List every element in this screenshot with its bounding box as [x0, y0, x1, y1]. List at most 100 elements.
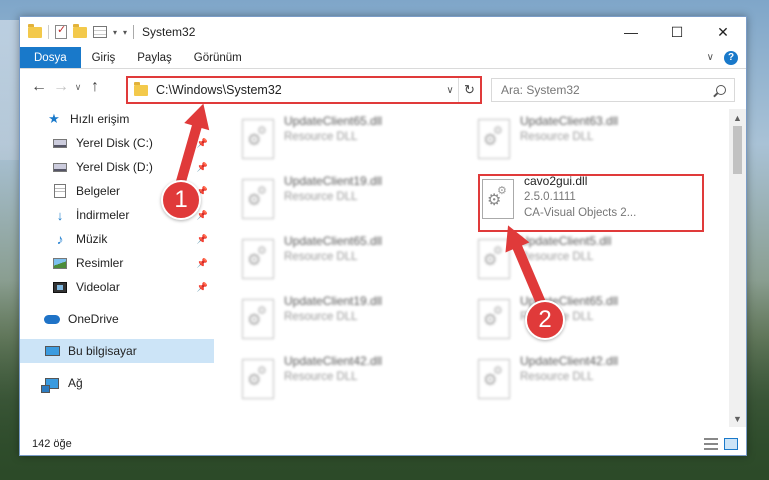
music-icon: ♪ — [56, 231, 64, 247]
list-item[interactable]: UpdateClient42.dll Resource DLL — [242, 353, 472, 405]
pin-icon[interactable]: 📌 — [197, 282, 208, 293]
separator — [48, 25, 49, 39]
recent-locations-icon[interactable]: ∨ — [72, 82, 84, 93]
pictures-icon — [52, 256, 68, 270]
file-description: Resource DLL — [520, 251, 594, 263]
properties-check-icon[interactable] — [55, 23, 67, 39]
search-placeholder: Ara: System32 — [501, 83, 580, 97]
pin-icon[interactable]: 📌 — [197, 162, 208, 173]
view-switcher — [704, 438, 738, 450]
sidebar-item-label: Hızlı erişim — [70, 112, 130, 126]
forward-arrow-icon[interactable]: → — [50, 78, 72, 96]
pin-icon[interactable]: 📌 — [197, 138, 208, 149]
file-description: Resource DLL — [284, 131, 358, 143]
quick-access-toolbar: ▾ ▾ — [28, 23, 127, 39]
file-name: UpdateClient42.dll — [520, 354, 619, 368]
title-bar: ▾ ▾ System32 — ☐ ✕ — [20, 17, 746, 47]
customize-toolbar-icon[interactable]: ▾ — [123, 28, 127, 37]
file-description: Resource DLL — [520, 371, 594, 383]
list-item[interactable]: UpdateClient63.dll Resource DLL — [478, 113, 708, 165]
sidebar-item-label: Yerel Disk (D:) — [76, 160, 153, 174]
dll-file-icon — [242, 299, 274, 339]
address-path[interactable]: C:\Windows\System32 — [156, 83, 282, 97]
new-folder-icon[interactable] — [73, 23, 87, 38]
disk-icon — [52, 160, 68, 174]
dll-file-icon — [242, 359, 274, 399]
file-name: UpdateClient5.dll — [520, 234, 612, 248]
callout-badge-1: 1 — [161, 180, 201, 220]
dll-file-icon — [478, 299, 510, 339]
chevron-down-icon[interactable]: ∨ — [442, 85, 458, 96]
file-name: UpdateClient63.dll — [520, 114, 619, 128]
file-description: Resource DLL — [284, 191, 358, 203]
folder-icon — [134, 81, 148, 96]
list-item[interactable]: UpdateClient19.dll Resource DLL — [242, 293, 472, 345]
file-description: Resource DLL — [284, 251, 358, 263]
pin-icon[interactable]: 📌 — [197, 258, 208, 269]
search-input[interactable]: Ara: System32 — [491, 78, 735, 102]
tab-home[interactable]: Giriş — [81, 47, 127, 68]
chevron-down-icon[interactable]: ▾ — [113, 28, 117, 37]
sidebar-item-onedrive[interactable]: OneDrive — [20, 307, 214, 331]
sidebar-item-pictures[interactable]: Resimler 📌 — [20, 251, 214, 275]
expand-ribbon-icon[interactable]: ∨ — [707, 52, 714, 63]
download-icon: ↓ — [56, 207, 64, 223]
sidebar-item-network[interactable]: Ağ — [20, 371, 214, 395]
refresh-icon[interactable]: ↻ — [458, 78, 480, 102]
sidebar-item-label: Yerel Disk (C:) — [76, 136, 153, 150]
window-title: System32 — [142, 25, 196, 39]
pin-icon[interactable]: 📌 — [197, 210, 208, 221]
search-icon[interactable] — [716, 85, 726, 95]
scroll-down-icon[interactable]: ▼ — [729, 410, 746, 427]
sidebar-item-videos[interactable]: Videolar 📌 — [20, 275, 214, 299]
documents-icon — [52, 184, 68, 198]
disk-icon — [52, 136, 68, 150]
up-arrow-icon[interactable]: ↑ — [84, 78, 106, 96]
tab-view[interactable]: Görünüm — [183, 47, 253, 68]
scroll-up-icon[interactable]: ▲ — [729, 109, 746, 126]
close-button[interactable]: ✕ — [700, 17, 746, 47]
properties-icon[interactable] — [93, 26, 107, 38]
sidebar-item-label: Bu bilgisayar — [68, 344, 137, 358]
maximize-button[interactable]: ☐ — [654, 17, 700, 47]
tiles-view-icon[interactable] — [724, 438, 738, 450]
pin-icon[interactable]: 📌 — [197, 234, 208, 245]
tab-file[interactable]: Dosya — [20, 47, 81, 68]
sidebar-item-label: OneDrive — [68, 312, 119, 326]
help-icon[interactable]: ? — [724, 50, 738, 65]
ribbon-right: ∨ ? — [707, 47, 746, 68]
minimize-button[interactable]: — — [608, 17, 654, 47]
file-name: UpdateClient19.dll — [284, 294, 383, 308]
sidebar-item-music[interactable]: ♪ Müzik 📌 — [20, 227, 214, 251]
scroll-thumb[interactable] — [733, 126, 742, 174]
list-item[interactable]: UpdateClient65.dllResource DLL — [478, 293, 708, 345]
list-item[interactable]: UpdateClient42.dll Resource DLL — [478, 353, 708, 405]
dll-file-icon — [242, 179, 274, 219]
details-view-icon[interactable] — [704, 438, 718, 450]
file-description: Resource DLL — [520, 131, 594, 143]
separator — [133, 25, 135, 39]
back-arrow-icon[interactable]: ← — [28, 78, 50, 96]
dll-file-icon — [478, 359, 510, 399]
sidebar-item-label: Ağ — [68, 376, 83, 390]
address-bar[interactable]: C:\Windows\System32 ∨ ↻ — [126, 76, 482, 104]
status-bar: 142 öğe — [20, 433, 746, 455]
tab-share[interactable]: Paylaş — [126, 47, 183, 68]
list-item[interactable]: UpdateClient65.dllResource DLL — [242, 233, 472, 285]
list-item[interactable]: UpdateClient65.dllResource DLL — [242, 113, 472, 165]
list-item[interactable]: UpdateClient19.dll Resource DLL — [242, 173, 472, 225]
sidebar-item-this-pc[interactable]: Bu bilgisayar — [20, 339, 214, 363]
vertical-scrollbar[interactable]: ▲ ▼ — [729, 109, 746, 427]
folder-icon — [28, 23, 42, 38]
file-name: UpdateClient42.dll — [284, 354, 383, 368]
computer-icon — [44, 344, 60, 358]
sidebar-item-label: İndirmeler — [76, 208, 130, 222]
window-controls: — ☐ ✕ — [608, 17, 746, 47]
dll-file-icon — [242, 119, 274, 159]
cloud-icon — [44, 312, 60, 326]
sidebar-item-label: Resimler — [76, 256, 124, 270]
videos-icon — [52, 280, 68, 294]
file-description: Resource DLL — [284, 371, 358, 383]
